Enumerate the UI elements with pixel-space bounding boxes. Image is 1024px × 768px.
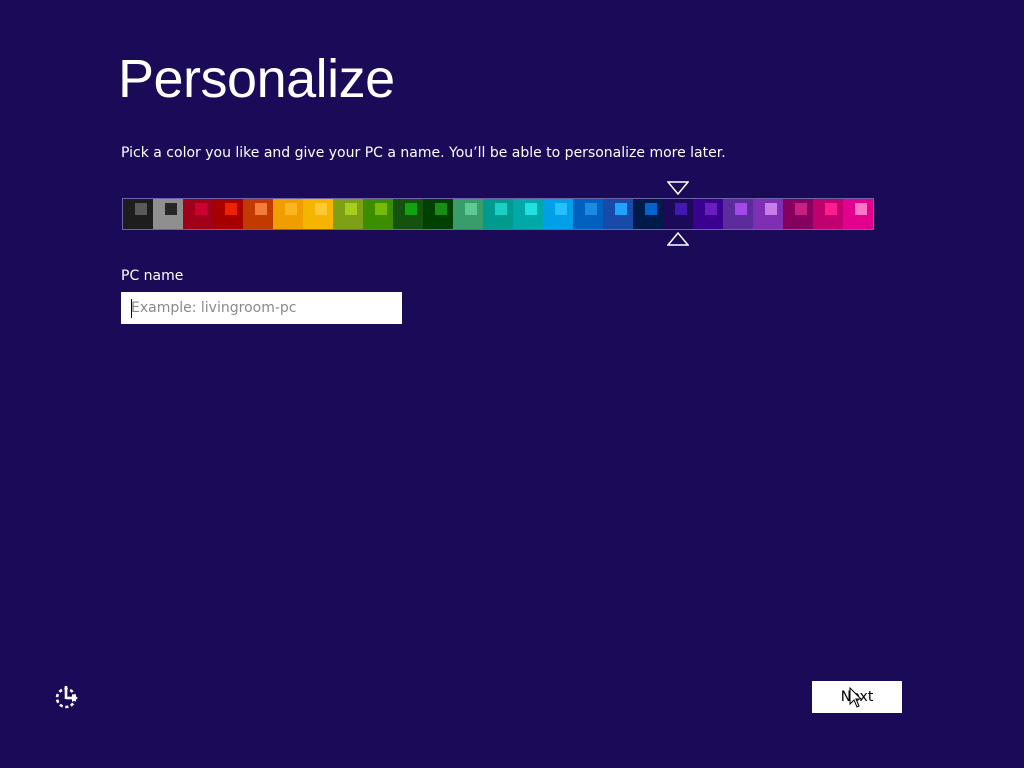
color-swatch[interactable] (213, 199, 243, 229)
color-swatch[interactable] (333, 199, 363, 229)
color-swatch-accent (675, 203, 687, 215)
pc-name-input[interactable] (121, 292, 402, 324)
color-swatch-accent (765, 203, 777, 215)
color-swatch-accent (645, 203, 657, 215)
color-swatch[interactable] (633, 199, 663, 229)
color-swatch[interactable] (303, 199, 333, 229)
color-swatch-accent (225, 203, 237, 215)
pc-name-label: PC name (121, 268, 184, 284)
color-swatch-accent (615, 203, 627, 215)
color-swatch[interactable] (243, 199, 273, 229)
color-swatch-accent (465, 203, 477, 215)
color-swatch-accent (525, 203, 537, 215)
color-swatch-accent (555, 203, 567, 215)
page-title: Personalize (118, 49, 395, 109)
text-caret (131, 299, 132, 318)
color-swatch-accent (735, 203, 747, 215)
selected-color-marker-top (667, 181, 689, 195)
color-swatch[interactable] (513, 199, 543, 229)
color-swatch[interactable] (273, 199, 303, 229)
color-swatch[interactable] (183, 199, 213, 229)
color-swatch-accent (315, 203, 327, 215)
color-swatch[interactable] (783, 199, 813, 229)
color-swatch[interactable] (153, 199, 183, 229)
color-swatch-accent (825, 203, 837, 215)
color-swatch-accent (705, 203, 717, 215)
color-swatch-accent (495, 203, 507, 215)
color-swatch-accent (375, 203, 387, 215)
color-swatch-accent (195, 203, 207, 215)
color-swatch[interactable] (573, 199, 603, 229)
color-swatch[interactable] (363, 199, 393, 229)
color-swatch-accent (585, 203, 597, 215)
color-swatch[interactable] (543, 199, 573, 229)
color-swatch-accent (435, 203, 447, 215)
color-swatch[interactable] (693, 199, 723, 229)
color-swatch[interactable] (843, 199, 873, 229)
color-swatch[interactable] (393, 199, 423, 229)
color-swatch[interactable] (123, 199, 153, 229)
color-swatch-accent (405, 203, 417, 215)
color-swatch-accent (165, 203, 177, 215)
color-swatch-accent (285, 203, 297, 215)
color-swatch[interactable] (423, 199, 453, 229)
color-picker[interactable] (122, 198, 874, 230)
color-swatch[interactable] (723, 199, 753, 229)
color-swatch[interactable] (453, 199, 483, 229)
ease-of-access-icon[interactable] (52, 684, 80, 712)
color-swatch[interactable] (663, 199, 693, 229)
color-swatch[interactable] (483, 199, 513, 229)
color-swatch-accent (855, 203, 867, 215)
color-swatch[interactable] (813, 199, 843, 229)
color-swatch-accent (135, 203, 147, 215)
page-subtitle: Pick a color you like and give your PC a… (121, 145, 726, 161)
color-swatch[interactable] (753, 199, 783, 229)
color-swatch[interactable] (603, 199, 633, 229)
color-swatch-accent (255, 203, 267, 215)
selected-color-marker-bottom (667, 232, 689, 246)
color-swatch-accent (795, 203, 807, 215)
color-swatch-accent (345, 203, 357, 215)
mouse-cursor-icon (849, 687, 863, 708)
